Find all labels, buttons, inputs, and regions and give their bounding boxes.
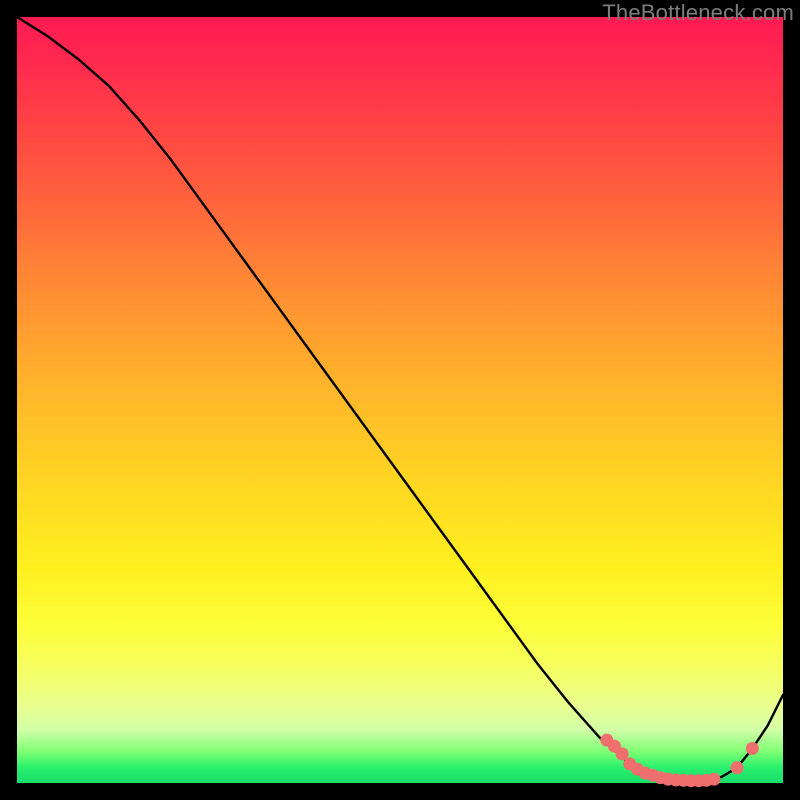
optimal-marker bbox=[731, 761, 744, 774]
plot-area bbox=[17, 17, 783, 783]
plot-svg bbox=[17, 17, 783, 783]
chart-stage: TheBottleneck.com bbox=[0, 0, 800, 800]
optimal-marker bbox=[708, 773, 721, 786]
optimal-marker bbox=[746, 742, 759, 755]
attribution-text: TheBottleneck.com bbox=[602, 0, 794, 26]
bottleneck-curve-line bbox=[17, 17, 783, 781]
